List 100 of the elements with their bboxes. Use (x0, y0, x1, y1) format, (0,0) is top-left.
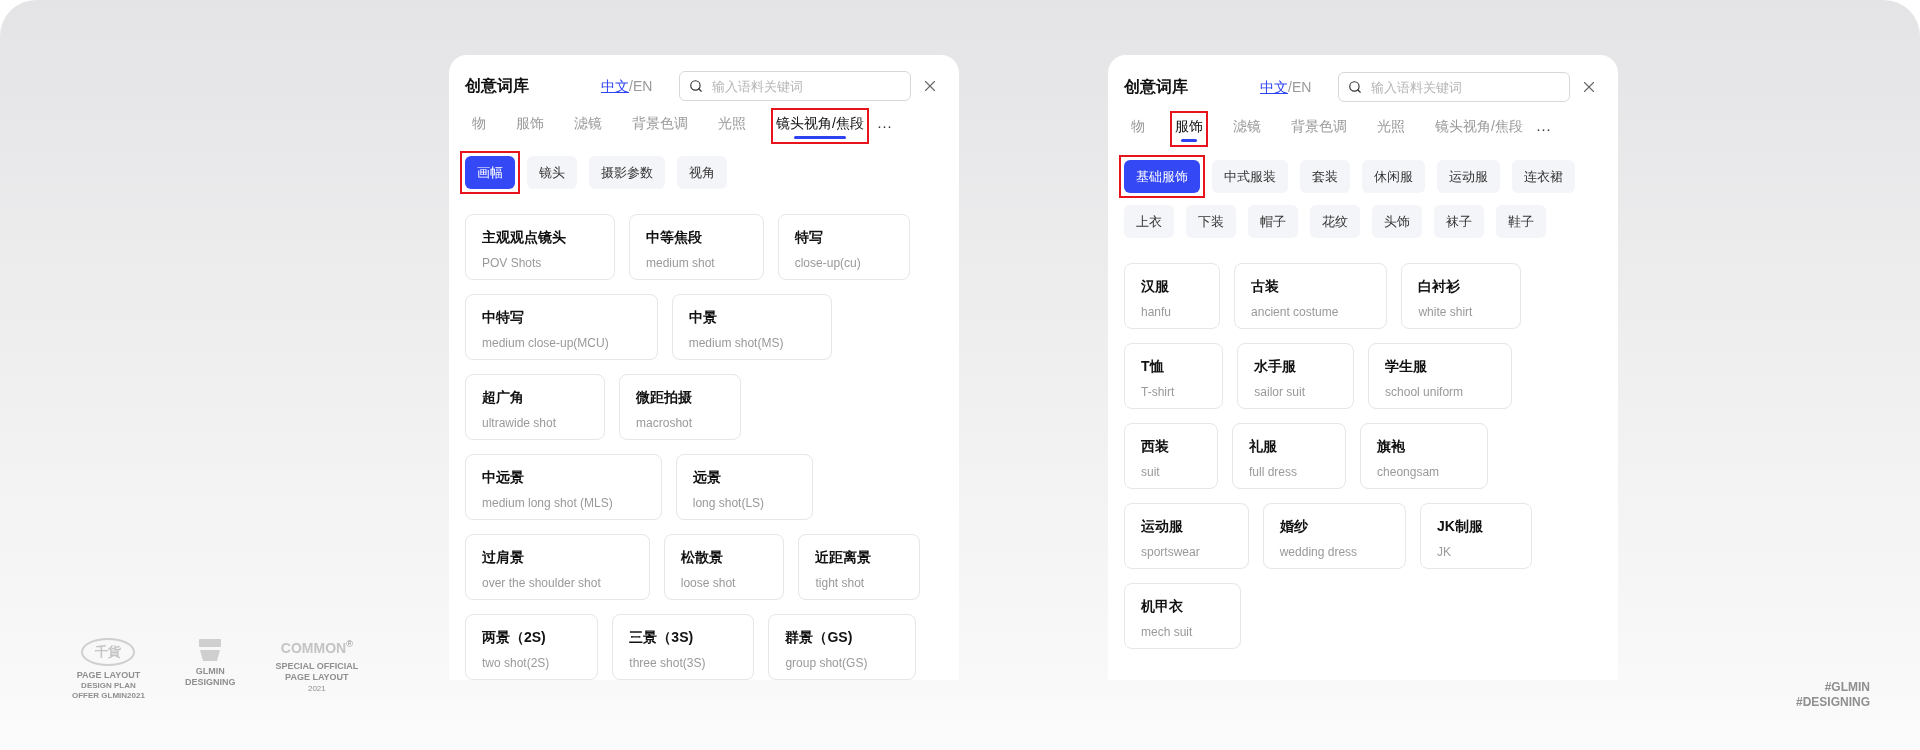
more-button[interactable]: ··· (1535, 117, 1551, 141)
term-subtitle: three shot(3S) (629, 655, 706, 672)
term-card[interactable]: 中等焦段 medium shot (629, 214, 764, 280)
term-card[interactable]: T恤 T-shirt (1124, 343, 1224, 409)
logo-caption: SPECIAL OFFICIAL (275, 661, 359, 673)
subcategory-chip[interactable]: 袜子 (1434, 205, 1484, 238)
term-card[interactable]: 近距离景 tight shot (798, 534, 921, 600)
subcategory-chip[interactable]: 视角 (677, 156, 727, 189)
term-title: 婚纱 (1279, 517, 1309, 536)
term-subtitle: mech suit (1141, 624, 1193, 641)
subcategory-chip[interactable]: 画幅 (465, 156, 515, 189)
logo-caption: 2021 (307, 683, 326, 694)
term-card[interactable]: 运动服 sportswear (1124, 503, 1249, 569)
subcategory-chip[interactable]: 中式服装 (1212, 160, 1288, 193)
term-card[interactable]: 过肩景 over the shoulder shot (465, 534, 650, 600)
term-card[interactable]: 旗袍 cheongsam (1360, 423, 1489, 489)
subcategory-chip[interactable]: 头饰 (1372, 205, 1422, 238)
term-card[interactable]: 微距拍摄 macroshot (619, 374, 742, 440)
term-subtitle: ancient costume (1251, 304, 1339, 321)
term-title: 礼服 (1249, 437, 1278, 456)
term-card[interactable]: 学生服 school uniform (1368, 343, 1513, 409)
term-card[interactable]: 主观观点镜头 POV Shots (465, 214, 615, 280)
term-card[interactable]: 古装 ancient costume (1234, 263, 1388, 329)
subcategory-chip[interactable]: 连衣裙 (1512, 160, 1575, 193)
term-subtitle: group shot(GS) (785, 655, 868, 672)
language-separator: / (629, 76, 633, 96)
term-card[interactable]: 汉服 hanfu (1124, 263, 1221, 329)
logo-caption: DESIGNING (184, 677, 236, 689)
term-title: JK制服 (1437, 517, 1483, 536)
term-card[interactable]: 婚纱 wedding dress (1262, 503, 1407, 569)
term-title: 中特写 (482, 308, 525, 327)
term-subtitle: medium close-up(MCU) (482, 335, 609, 352)
term-title: 群景（GS) (785, 628, 854, 647)
category-tab[interactable]: 服饰 (1175, 116, 1203, 142)
term-title: 过肩景 (482, 548, 525, 567)
term-title: 白衬衫 (1418, 277, 1462, 296)
category-tab[interactable]: 镜头视角/焦段 (776, 113, 864, 140)
subcategory-chip[interactable]: 套装 (1300, 160, 1350, 193)
search-icon (1348, 80, 1362, 94)
term-card[interactable]: 特写 close-up(cu) (777, 214, 910, 280)
language-link[interactable]: 中文 (601, 75, 629, 97)
term-title: 中远景 (482, 468, 525, 487)
term-title: 远景 (692, 468, 722, 487)
term-card[interactable]: JK制服 JK (1420, 503, 1532, 569)
term-title: 微距拍摄 (636, 388, 693, 407)
logo-caption: OFFER GLMIN2021 (72, 690, 145, 701)
term-card[interactable]: 群景（GS) group shot(GS) (768, 614, 917, 680)
term-subtitle: hanfu (1141, 304, 1172, 321)
subcategory-chip[interactable]: 摄影参数 (589, 156, 665, 189)
subcategory-chip[interactable]: 上衣 (1124, 205, 1174, 238)
term-subtitle: macroshot (636, 415, 693, 432)
registered-mark: ® (346, 638, 353, 649)
term-subtitle: over the shoulder shot (482, 575, 601, 592)
term-title: 两景（2S) (482, 628, 547, 647)
subcategory-chip[interactable]: 鞋子 (1496, 205, 1546, 238)
term-card[interactable]: 水手服 sailor suit (1237, 343, 1355, 409)
term-title: T恤 (1141, 357, 1165, 376)
search-field[interactable]: 输入语料关键词 (679, 71, 911, 102)
term-card[interactable]: 两景（2S) two shot(2S) (465, 614, 599, 680)
search-icon (689, 79, 703, 94)
term-card[interactable]: 西装 suit (1124, 423, 1218, 489)
logo-caption: PAGE LAYOUT (285, 672, 349, 684)
term-title: 学生服 (1385, 357, 1429, 376)
panel-title: 创意词库 (465, 76, 530, 97)
term-card[interactable]: 三景（3S) three shot(3S) (612, 614, 755, 680)
term-title: 水手服 (1254, 357, 1298, 376)
term-card[interactable]: 机甲衣 mech suit (1124, 583, 1242, 649)
term-card[interactable]: 礼服 full dress (1232, 423, 1347, 489)
subcategory-chip[interactable]: 基础服饰 (1124, 160, 1200, 193)
term-card[interactable]: 中远景 medium long shot (MLS) (465, 454, 662, 520)
more-button[interactable]: ··· (876, 114, 892, 138)
term-card[interactable]: 中特写 medium close-up(MCU) (465, 294, 658, 360)
term-title: 旗袍 (1377, 437, 1407, 456)
term-card[interactable]: 远景 long shot(LS) (675, 454, 814, 520)
term-subtitle: close-up(cu) (794, 255, 861, 272)
term-subtitle: full dress (1249, 464, 1298, 481)
subcategory-chip[interactable]: 休闲服 (1362, 160, 1425, 193)
term-card[interactable]: 松散景 loose shot (663, 534, 785, 600)
subcategory-chip[interactable]: 下装 (1186, 205, 1236, 238)
term-card[interactable]: 超广角 ultrawide shot (465, 374, 606, 440)
subcategory-chip[interactable]: 花纹 (1310, 205, 1360, 238)
term-subtitle: POV Shots (482, 255, 543, 272)
term-title: 机甲衣 (1141, 597, 1184, 616)
language-link[interactable]: 中文 (1260, 76, 1288, 98)
term-subtitle: cheongsam (1377, 464, 1440, 481)
search-field[interactable]: 输入语料关键词 (1338, 72, 1570, 102)
term-card[interactable]: 中景 medium shot(MS) (671, 294, 833, 360)
term-subtitle: two shot(2S) (482, 655, 550, 672)
subcategory-chip[interactable]: 帽子 (1248, 205, 1298, 238)
language-separator: / (1288, 77, 1292, 97)
term-card[interactable]: 白衬衫 white shirt (1401, 263, 1522, 329)
crown-logo-icon (197, 638, 224, 662)
term-subtitle: white shirt (1418, 304, 1473, 321)
hashtag: #DESIGNING (1796, 695, 1870, 710)
term-subtitle: JK (1437, 544, 1453, 561)
subcategory-chip[interactable]: 运动服 (1437, 160, 1500, 193)
term-title: 汉服 (1141, 277, 1170, 296)
term-subtitle: T-shirt (1141, 384, 1175, 401)
subcategory-chip[interactable]: 镜头 (527, 156, 577, 189)
term-title: 主观观点镜头 (482, 228, 566, 247)
